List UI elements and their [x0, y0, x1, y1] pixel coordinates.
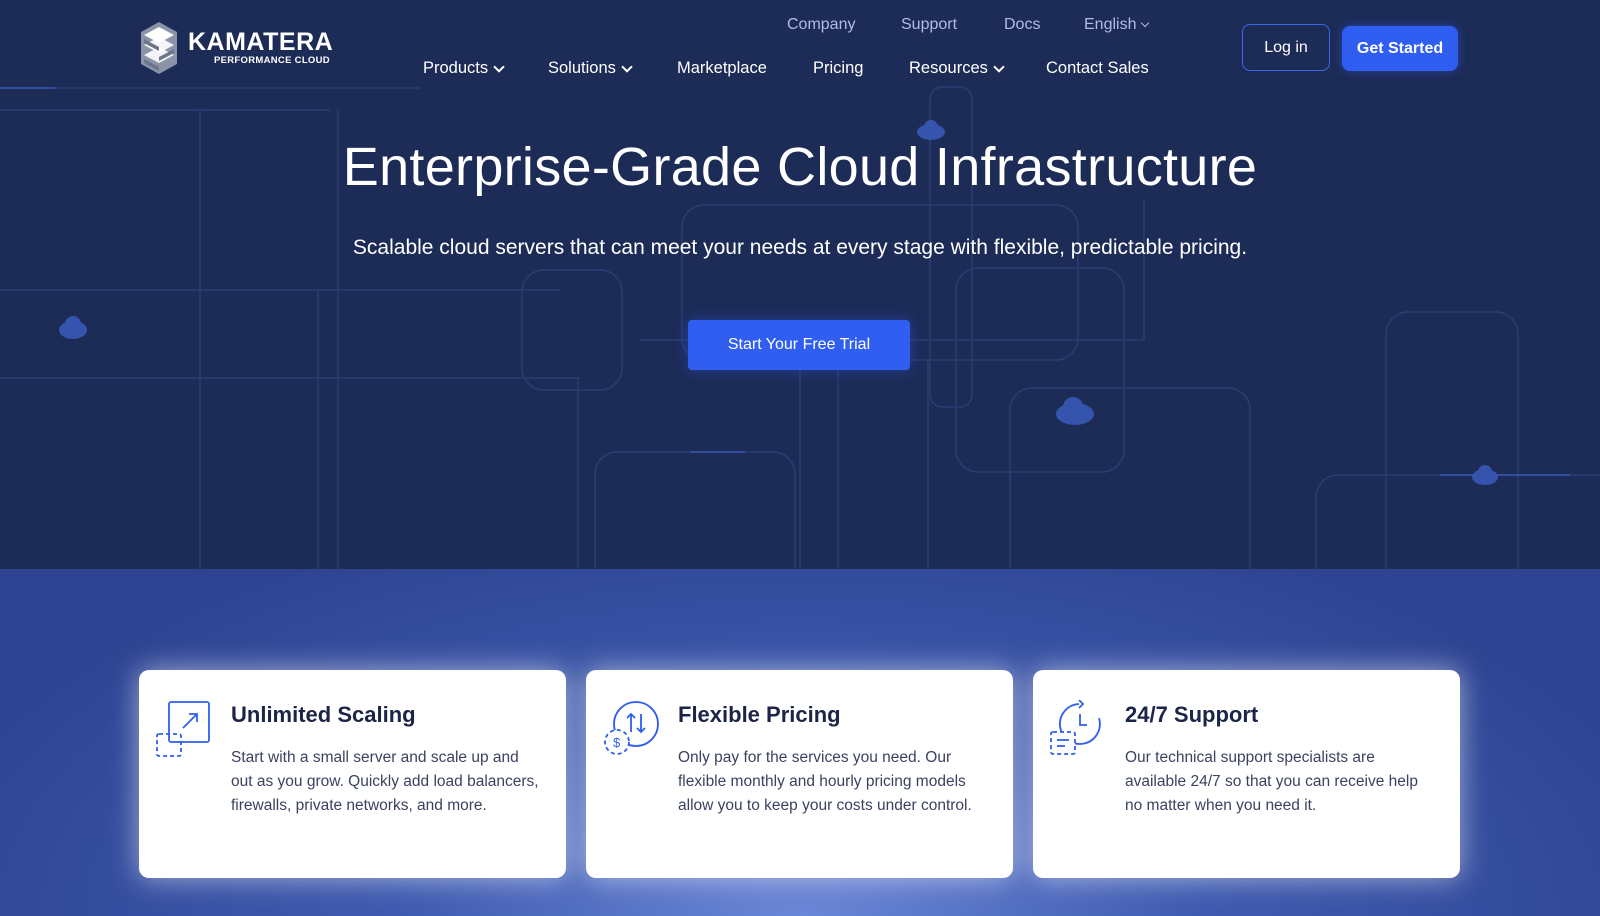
- svg-text:$: $: [613, 735, 621, 750]
- circuit-background: [0, 86, 1600, 569]
- language-label: English: [1084, 16, 1137, 33]
- scaling-icon: [156, 701, 210, 757]
- language-selector[interactable]: English: [1084, 16, 1150, 34]
- feature-card-scaling: Unlimited Scaling Start with a small ser…: [139, 670, 566, 878]
- pricing-icon: $: [604, 701, 659, 755]
- feature-text: Our technical support specialists are av…: [1125, 749, 1418, 814]
- free-trial-button[interactable]: Start Your Free Trial: [688, 320, 910, 370]
- features-section: Unlimited Scaling Start with a small ser…: [0, 569, 1600, 916]
- feature-title: Flexible Pricing: [678, 702, 841, 727]
- logo-cube-icon: [141, 22, 177, 74]
- nav-company[interactable]: Company: [787, 16, 855, 34]
- feature-title: 24/7 Support: [1125, 702, 1259, 727]
- nav-pricing[interactable]: Pricing: [813, 59, 863, 78]
- nav-support[interactable]: Support: [901, 16, 957, 34]
- hero-title: Enterprise-Grade Cloud Infrastructure: [342, 137, 1258, 197]
- feature-card-support: 24/7 Support Our technical support speci…: [1033, 670, 1460, 878]
- nav-products-label: Products: [423, 59, 489, 77]
- chevron-down-icon: [1141, 18, 1150, 28]
- brand-tagline: PERFORMANCE CLOUD: [214, 55, 330, 66]
- chevron-down-icon: [621, 60, 633, 73]
- feature-card-pricing: $ Flexible Pricing Only pay for the serv…: [586, 670, 1013, 878]
- feature-text: Only pay for the services you need. Our …: [678, 749, 972, 814]
- chevron-down-icon: [493, 60, 505, 73]
- get-started-button[interactable]: Get Started: [1342, 26, 1458, 71]
- login-button[interactable]: Log in: [1242, 24, 1330, 71]
- kamatera-logo[interactable]: KAMATERA PERFORMANCE CLOUD: [140, 20, 340, 76]
- support-icon: [1050, 700, 1101, 755]
- nav-solutions-label: Solutions: [548, 59, 616, 77]
- hero-section: KAMATERA PERFORMANCE CLOUD Company Suppo…: [0, 0, 1600, 569]
- nav-contact-sales[interactable]: Contact Sales: [1046, 59, 1149, 78]
- nav-marketplace[interactable]: Marketplace: [677, 59, 767, 78]
- chevron-down-icon: [993, 60, 1005, 73]
- nav-docs[interactable]: Docs: [1004, 16, 1040, 34]
- nav-resources-label: Resources: [909, 59, 988, 77]
- nav-resources[interactable]: Resources: [909, 59, 1005, 78]
- feature-title: Unlimited Scaling: [231, 702, 416, 727]
- nav-solutions[interactable]: Solutions: [548, 59, 633, 78]
- feature-text: Start with a small server and scale up a…: [231, 749, 539, 814]
- nav-products[interactable]: Products: [423, 59, 505, 78]
- brand-name: KAMATERA: [188, 28, 334, 56]
- hero-subtitle: Scalable cloud servers that can meet you…: [352, 236, 1248, 259]
